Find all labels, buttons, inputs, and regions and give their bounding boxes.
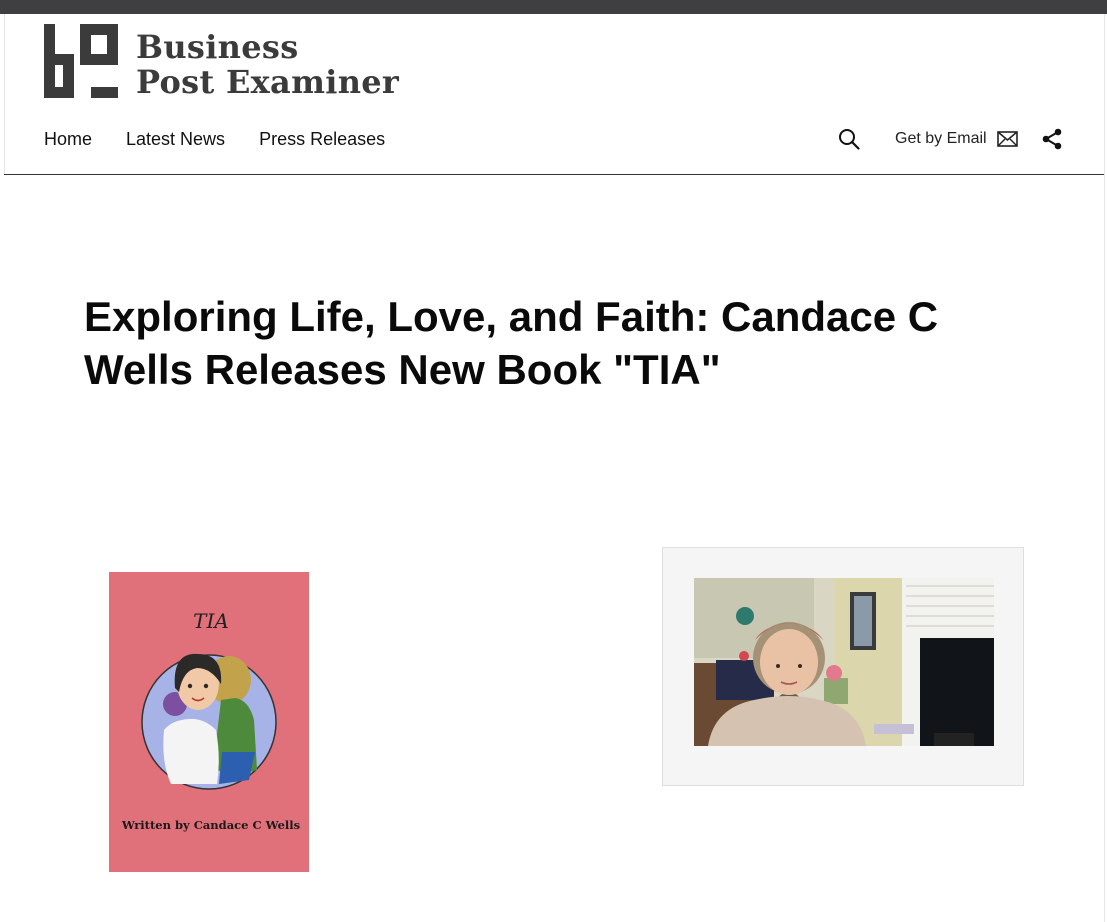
- get-by-email-label: Get by Email: [895, 130, 987, 147]
- frame-border-left: [4, 14, 5, 174]
- site-logo-text[interactable]: Business Post Examiner: [136, 30, 399, 100]
- logo-line-1: Business: [136, 28, 299, 66]
- site-logo-icon[interactable]: [44, 24, 118, 98]
- nav-press-releases[interactable]: Press Releases: [259, 127, 385, 151]
- article-title: Exploring Life, Love, and Faith: Candace…: [84, 293, 939, 393]
- logo-line-2: Post Examiner: [136, 63, 400, 101]
- book-cover-title: TIA: [193, 609, 229, 633]
- main-nav: Home Latest News Press Releases: [44, 127, 385, 151]
- book-cover-byline: Written by Candace C Wells: [121, 818, 300, 832]
- author-photo-frame: [662, 547, 1024, 786]
- get-by-email-button[interactable]: Get by Email: [895, 128, 1018, 150]
- book-cover-image[interactable]: TIA Written by Candace C Wells: [109, 572, 309, 872]
- search-icon[interactable]: [838, 128, 860, 150]
- nav-home[interactable]: Home: [44, 127, 92, 151]
- share-icon[interactable]: [1041, 128, 1063, 150]
- author-photo-image[interactable]: [694, 578, 994, 746]
- top-bar: [0, 0, 1107, 14]
- frame-border-right: [1104, 14, 1105, 922]
- nav-latest-news[interactable]: Latest News: [126, 127, 225, 151]
- header-divider: [4, 174, 1104, 175]
- envelope-icon: [996, 131, 1018, 147]
